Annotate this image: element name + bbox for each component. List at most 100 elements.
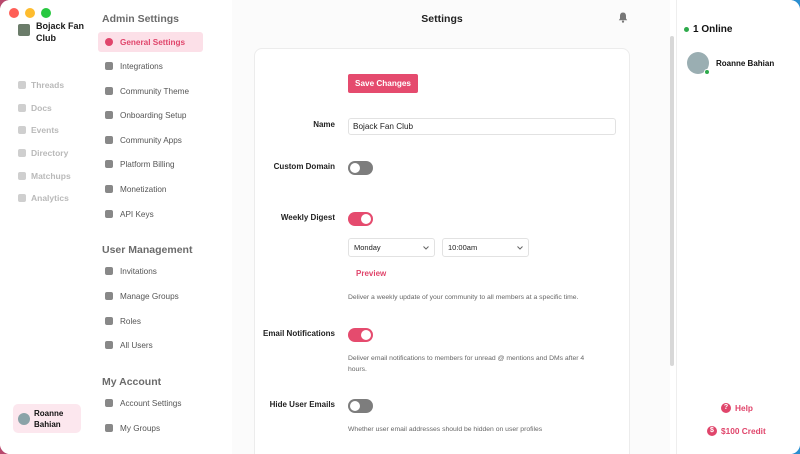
menu-item-api-keys[interactable]: API Keys [98, 204, 203, 224]
palette-icon [105, 87, 113, 95]
sidebar-item-label: Events [31, 125, 59, 136]
settings-card: Save Changes Name Custom Domain Weekly D… [254, 48, 630, 454]
cloud-icon [105, 62, 113, 70]
help-link[interactable]: ? Help [721, 403, 753, 413]
users-icon [105, 341, 113, 349]
menu-item-label: Account Settings [120, 398, 182, 408]
weekly-digest-toggle[interactable] [348, 212, 373, 226]
sidebar-item-label: Matchups [31, 170, 71, 181]
sidebar-item-threads[interactable]: Threads [18, 74, 71, 97]
name-label: Name [313, 120, 335, 129]
help-label: Help [735, 403, 753, 413]
hide-user-emails-label: Hide User Emails [269, 400, 335, 409]
name-field[interactable] [348, 118, 616, 135]
avatar [18, 412, 30, 425]
minimize-window-button[interactable] [25, 8, 35, 18]
main-scrollbar[interactable] [670, 36, 674, 366]
menu-item-label: Community Theme [120, 86, 190, 96]
puzzle-icon [105, 136, 113, 144]
sidebar-item-directory[interactable]: Directory [18, 142, 71, 165]
sidebar-item-docs[interactable]: Docs [18, 97, 71, 120]
menu-item-label: My Groups [120, 423, 161, 433]
email-notifications-label: Email Notifications [262, 329, 335, 338]
digest-time-value: 10:00am [448, 243, 478, 252]
chevron-down-icon [517, 245, 523, 250]
community-brand[interactable]: Bojack Fan Club [18, 20, 86, 44]
chevron-down-icon [423, 245, 429, 250]
menu-item-label: API Keys [120, 209, 154, 219]
main-sidebar: Bojack Fan Club Threads Docs Events Dire… [0, 0, 92, 454]
toggle-knob [361, 330, 371, 340]
bell-icon[interactable] [618, 12, 628, 23]
checklist-icon [105, 111, 113, 119]
menu-item-general-settings[interactable]: General Settings [98, 32, 203, 52]
admin-settings-heading: Admin Settings [102, 13, 180, 25]
docs-icon [18, 103, 26, 112]
menu-item-platform-billing[interactable]: Platform Billing [98, 154, 203, 174]
toggle-knob [361, 214, 371, 224]
hide-user-emails-toggle[interactable] [348, 399, 373, 413]
help-icon: ? [721, 403, 731, 413]
email-notifications-toggle[interactable] [348, 328, 373, 342]
menu-item-label: Invitations [120, 266, 157, 276]
save-changes-button[interactable]: Save Changes [348, 74, 418, 93]
directory-icon [18, 149, 26, 158]
menu-item-monetization[interactable]: Monetization [98, 179, 203, 199]
avatar [687, 52, 710, 75]
sidebar-item-label: Directory [31, 148, 69, 159]
menu-item-roles[interactable]: Roles [98, 311, 203, 331]
billing-icon [105, 160, 113, 168]
matchups-icon [18, 171, 26, 180]
events-icon [18, 126, 26, 135]
menu-item-manage-groups[interactable]: Manage Groups [98, 286, 203, 306]
menu-item-label: Integrations [120, 61, 163, 71]
roles-icon [105, 317, 113, 325]
sidebar-item-label: Docs [31, 102, 52, 113]
digest-time-select[interactable]: 10:00am [442, 238, 529, 257]
credit-link[interactable]: $ $100 Credit [707, 426, 766, 436]
menu-item-label: Monetization [120, 184, 167, 194]
menu-item-label: Roles [120, 316, 141, 326]
community-logo-icon [18, 24, 30, 36]
preview-link[interactable]: Preview [356, 269, 386, 278]
sidebar-nav: Threads Docs Events Directory Matchups A… [18, 74, 71, 210]
online-count-label: 1 Online [693, 24, 733, 35]
menu-item-all-users[interactable]: All Users [98, 335, 203, 355]
custom-domain-toggle[interactable] [348, 161, 373, 175]
gear-icon [105, 38, 113, 46]
menu-item-community-theme[interactable]: Community Theme [98, 81, 203, 101]
menu-item-label: All Users [120, 340, 153, 350]
my-account-heading: My Account [102, 376, 162, 388]
sidebar-item-analytics[interactable]: Analytics [18, 187, 71, 210]
sidebar-item-matchups[interactable]: Matchups [18, 164, 71, 187]
online-member[interactable]: Roanne Bahian [687, 52, 774, 75]
menu-item-my-groups[interactable]: My Groups [98, 418, 203, 438]
page-title: Settings [421, 13, 463, 25]
menu-item-community-apps[interactable]: Community Apps [98, 130, 203, 150]
menu-item-invitations[interactable]: Invitations [98, 261, 203, 281]
analytics-icon [18, 194, 26, 203]
weekly-digest-label: Weekly Digest [280, 213, 335, 222]
menu-item-onboarding-setup[interactable]: Onboarding Setup [98, 105, 203, 125]
current-user-chip[interactable]: Roanne Bahian [13, 404, 81, 433]
community-name: Bojack Fan Club [36, 21, 85, 43]
menu-item-account-settings[interactable]: Account Settings [98, 393, 203, 413]
sidebar-item-events[interactable]: Events [18, 119, 71, 142]
user-management-heading: User Management [102, 244, 193, 256]
money-bag-icon: $ [707, 426, 717, 436]
digest-day-select[interactable]: Monday [348, 238, 435, 257]
menu-item-label: Community Apps [120, 135, 182, 145]
online-count: 1 Online [684, 24, 732, 35]
settings-main: Settings Save Changes Name Custom Domain… [232, 0, 670, 454]
menu-item-label: Onboarding Setup [120, 110, 187, 120]
zoom-window-button[interactable] [41, 8, 51, 18]
app-window: Bojack Fan Club Threads Docs Events Dire… [0, 0, 800, 454]
online-panel: 1 Online Roanne Bahian ? Help $ $100 Cre… [676, 0, 800, 454]
close-window-button[interactable] [9, 8, 19, 18]
window-controls [9, 8, 51, 18]
toggle-knob [350, 401, 360, 411]
invite-icon [105, 267, 113, 275]
account-icon [105, 399, 113, 407]
menu-item-integrations[interactable]: Integrations [98, 56, 203, 76]
weekly-digest-help: Deliver a weekly update of your communit… [348, 294, 579, 301]
